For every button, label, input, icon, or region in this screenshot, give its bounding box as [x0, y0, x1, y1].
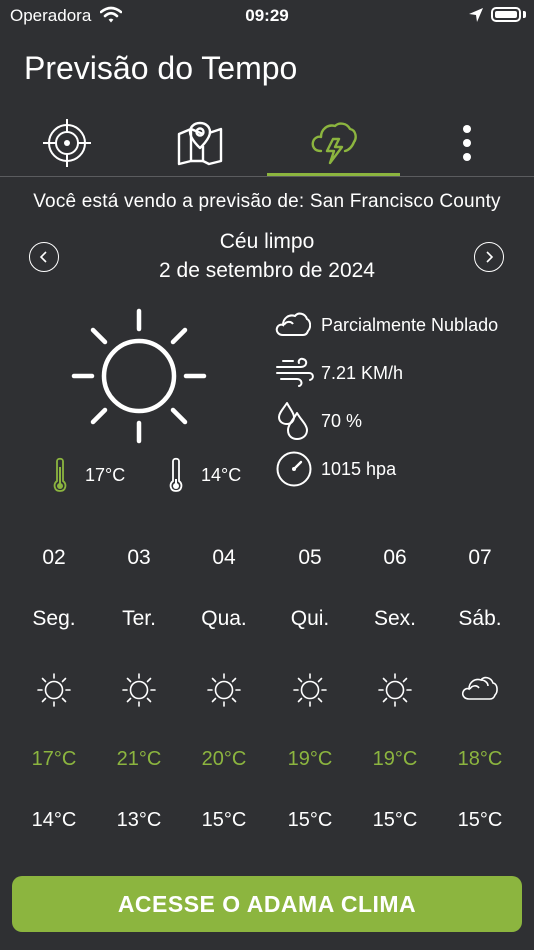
sky-condition: Parcialmente Nublado — [321, 315, 499, 335]
page-title: Previsão do Tempo — [24, 50, 298, 86]
forecast-weekday: Qua. — [201, 607, 247, 630]
forecast-temp-max: 20°C — [201, 748, 247, 770]
sun-icon — [378, 673, 412, 707]
forecast-temp-max: 19°C — [372, 748, 418, 770]
clock: 09:29 — [245, 6, 289, 25]
status-bar: Operadora 09:29 — [0, 0, 534, 32]
adama-clima-button[interactable]: ACESSE O ADAMA CLIMA — [12, 876, 522, 932]
wind-icon — [275, 357, 315, 392]
sun-icon — [293, 673, 327, 707]
forecast-day-number: 03 — [127, 546, 151, 569]
forecast-temp-min: 15°C — [287, 809, 333, 831]
temp-max: 17°C — [85, 465, 126, 485]
tab-more[interactable] — [400, 112, 533, 174]
tab-divider — [0, 176, 534, 177]
forecast-temp-max: 18°C — [457, 748, 503, 770]
cloud-icon — [275, 309, 312, 344]
forecast-temp-min: 15°C — [372, 809, 418, 831]
forecast-day-number: 02 — [42, 546, 66, 569]
forecast-temp-max: 19°C — [287, 748, 333, 770]
map-icon — [177, 121, 222, 166]
forecast-day-number: 07 — [468, 546, 492, 569]
wind-speed: 7.21 KM/h — [321, 363, 404, 383]
forecast-icon-wrap — [14, 672, 94, 708]
forecast-weekday: Sáb. — [458, 607, 502, 630]
sun-icon — [37, 673, 71, 707]
more-vertical-icon — [462, 125, 471, 161]
thermometer-high-icon — [53, 457, 67, 498]
forecast-icon-wrap — [184, 672, 264, 708]
current-date: 2 de setembro de 2024 — [159, 259, 375, 282]
tab-bar — [0, 112, 534, 176]
storm-cloud-icon — [311, 122, 357, 165]
forecast-day-number: 06 — [383, 546, 407, 569]
forecast-day-number: 05 — [298, 546, 322, 569]
forecast-weekday: Seg. — [32, 607, 76, 630]
tab-target[interactable] — [0, 112, 133, 174]
battery-tip — [523, 11, 526, 18]
current-condition: Céu limpo — [219, 230, 315, 253]
forecast-temp-min: 14°C — [31, 809, 77, 831]
sun-icon — [70, 308, 208, 449]
forecast-temp-max: 17°C — [31, 748, 77, 770]
forecast-icon-wrap — [440, 672, 520, 708]
target-icon — [42, 119, 91, 167]
forecast-temp-min: 15°C — [201, 809, 247, 831]
sun-icon — [122, 673, 156, 707]
tab-forecast[interactable] — [267, 112, 400, 176]
forecast-icon-wrap — [270, 672, 350, 708]
battery-icon — [491, 7, 521, 22]
location-text: Você está vendo a previsão de: San Franc… — [33, 191, 501, 212]
forecast-day-number: 04 — [212, 546, 236, 569]
tab-map[interactable] — [133, 112, 266, 174]
sun-icon — [207, 673, 241, 707]
forecast-weekday: Qui. — [290, 607, 330, 630]
forecast-icon-wrap — [355, 672, 435, 708]
pressure-value: 1015 hpa — [321, 459, 397, 479]
forecast-temp-min: 15°C — [457, 809, 503, 831]
humidity-icon — [277, 401, 311, 446]
location-arrow-icon — [468, 7, 484, 28]
forecast-weekday: Ter. — [122, 607, 156, 630]
humidity-value: 70 % — [321, 411, 363, 431]
forecast-weekday: Sex. — [373, 607, 417, 630]
forecast-temp-max: 21°C — [116, 748, 162, 770]
cloud-icon — [461, 676, 498, 700]
pressure-gauge-icon — [275, 450, 313, 493]
forecast-temp-min: 13°C — [116, 809, 162, 831]
forecast-icon-wrap — [99, 672, 179, 708]
thermometer-low-icon — [169, 457, 183, 498]
temp-min: 14°C — [201, 465, 242, 485]
